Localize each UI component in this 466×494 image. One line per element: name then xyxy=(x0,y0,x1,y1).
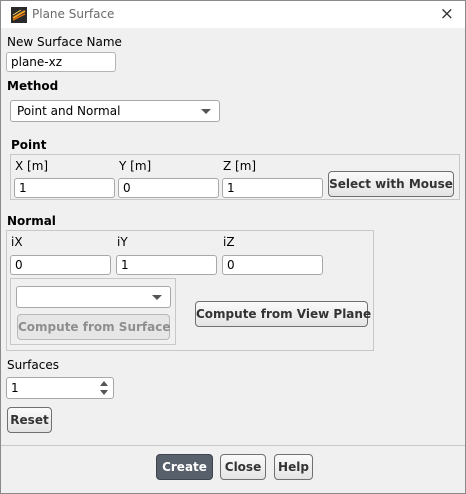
window-title: Plane Surface xyxy=(32,7,115,21)
iz-label: iZ xyxy=(223,235,235,249)
spin-down-icon[interactable] xyxy=(100,390,108,395)
chevron-down-icon xyxy=(152,295,162,300)
iy-label: iY xyxy=(117,235,128,249)
chevron-down-icon xyxy=(201,109,211,114)
new-surface-name-label: New Surface Name xyxy=(7,35,122,49)
point-x-input[interactable]: 1 xyxy=(14,178,115,198)
surface-dropdown[interactable] xyxy=(16,286,171,308)
ix-label: iX xyxy=(11,235,23,249)
select-with-mouse-button[interactable]: Select with Mouse xyxy=(328,171,454,197)
title-bar[interactable]: Plane Surface × xyxy=(1,1,465,28)
plane-surface-dialog: Plane Surface × New Surface Name plane-x… xyxy=(0,0,466,494)
point-z-input[interactable]: 1 xyxy=(222,178,323,198)
point-label: Point xyxy=(11,138,47,152)
compute-from-view-plane-button[interactable]: Compute from View Plane xyxy=(195,301,371,327)
method-selected-value: Point and Normal xyxy=(17,104,121,118)
normal-iy-input[interactable]: 1 xyxy=(116,255,217,275)
help-button[interactable]: Help xyxy=(274,454,313,480)
normal-iz-input[interactable]: 0 xyxy=(222,255,323,275)
surfaces-spinner[interactable]: 1 xyxy=(6,377,114,399)
normal-label: Normal xyxy=(7,214,56,228)
close-button[interactable]: Close xyxy=(220,454,266,480)
app-icon xyxy=(11,7,27,23)
footer-separator xyxy=(1,445,465,446)
point-y-input[interactable]: 0 xyxy=(118,178,219,198)
method-label: Method xyxy=(7,79,59,93)
surfaces-value: 1 xyxy=(11,381,19,395)
spin-up-icon[interactable] xyxy=(100,381,108,386)
normal-ix-input[interactable]: 0 xyxy=(10,255,111,275)
z-label: Z [m] xyxy=(223,159,257,173)
surfaces-label: Surfaces xyxy=(7,358,59,372)
close-icon[interactable]: × xyxy=(440,4,454,24)
new-surface-name-input[interactable]: plane-xz xyxy=(6,52,116,72)
y-label: Y [m] xyxy=(119,159,152,173)
method-dropdown[interactable]: Point and Normal xyxy=(10,100,220,122)
reset-button[interactable]: Reset xyxy=(7,407,52,433)
compute-from-surface-button[interactable]: Compute from Surface xyxy=(17,314,170,340)
x-label: X [m] xyxy=(15,159,49,173)
create-button[interactable]: Create xyxy=(156,454,213,480)
